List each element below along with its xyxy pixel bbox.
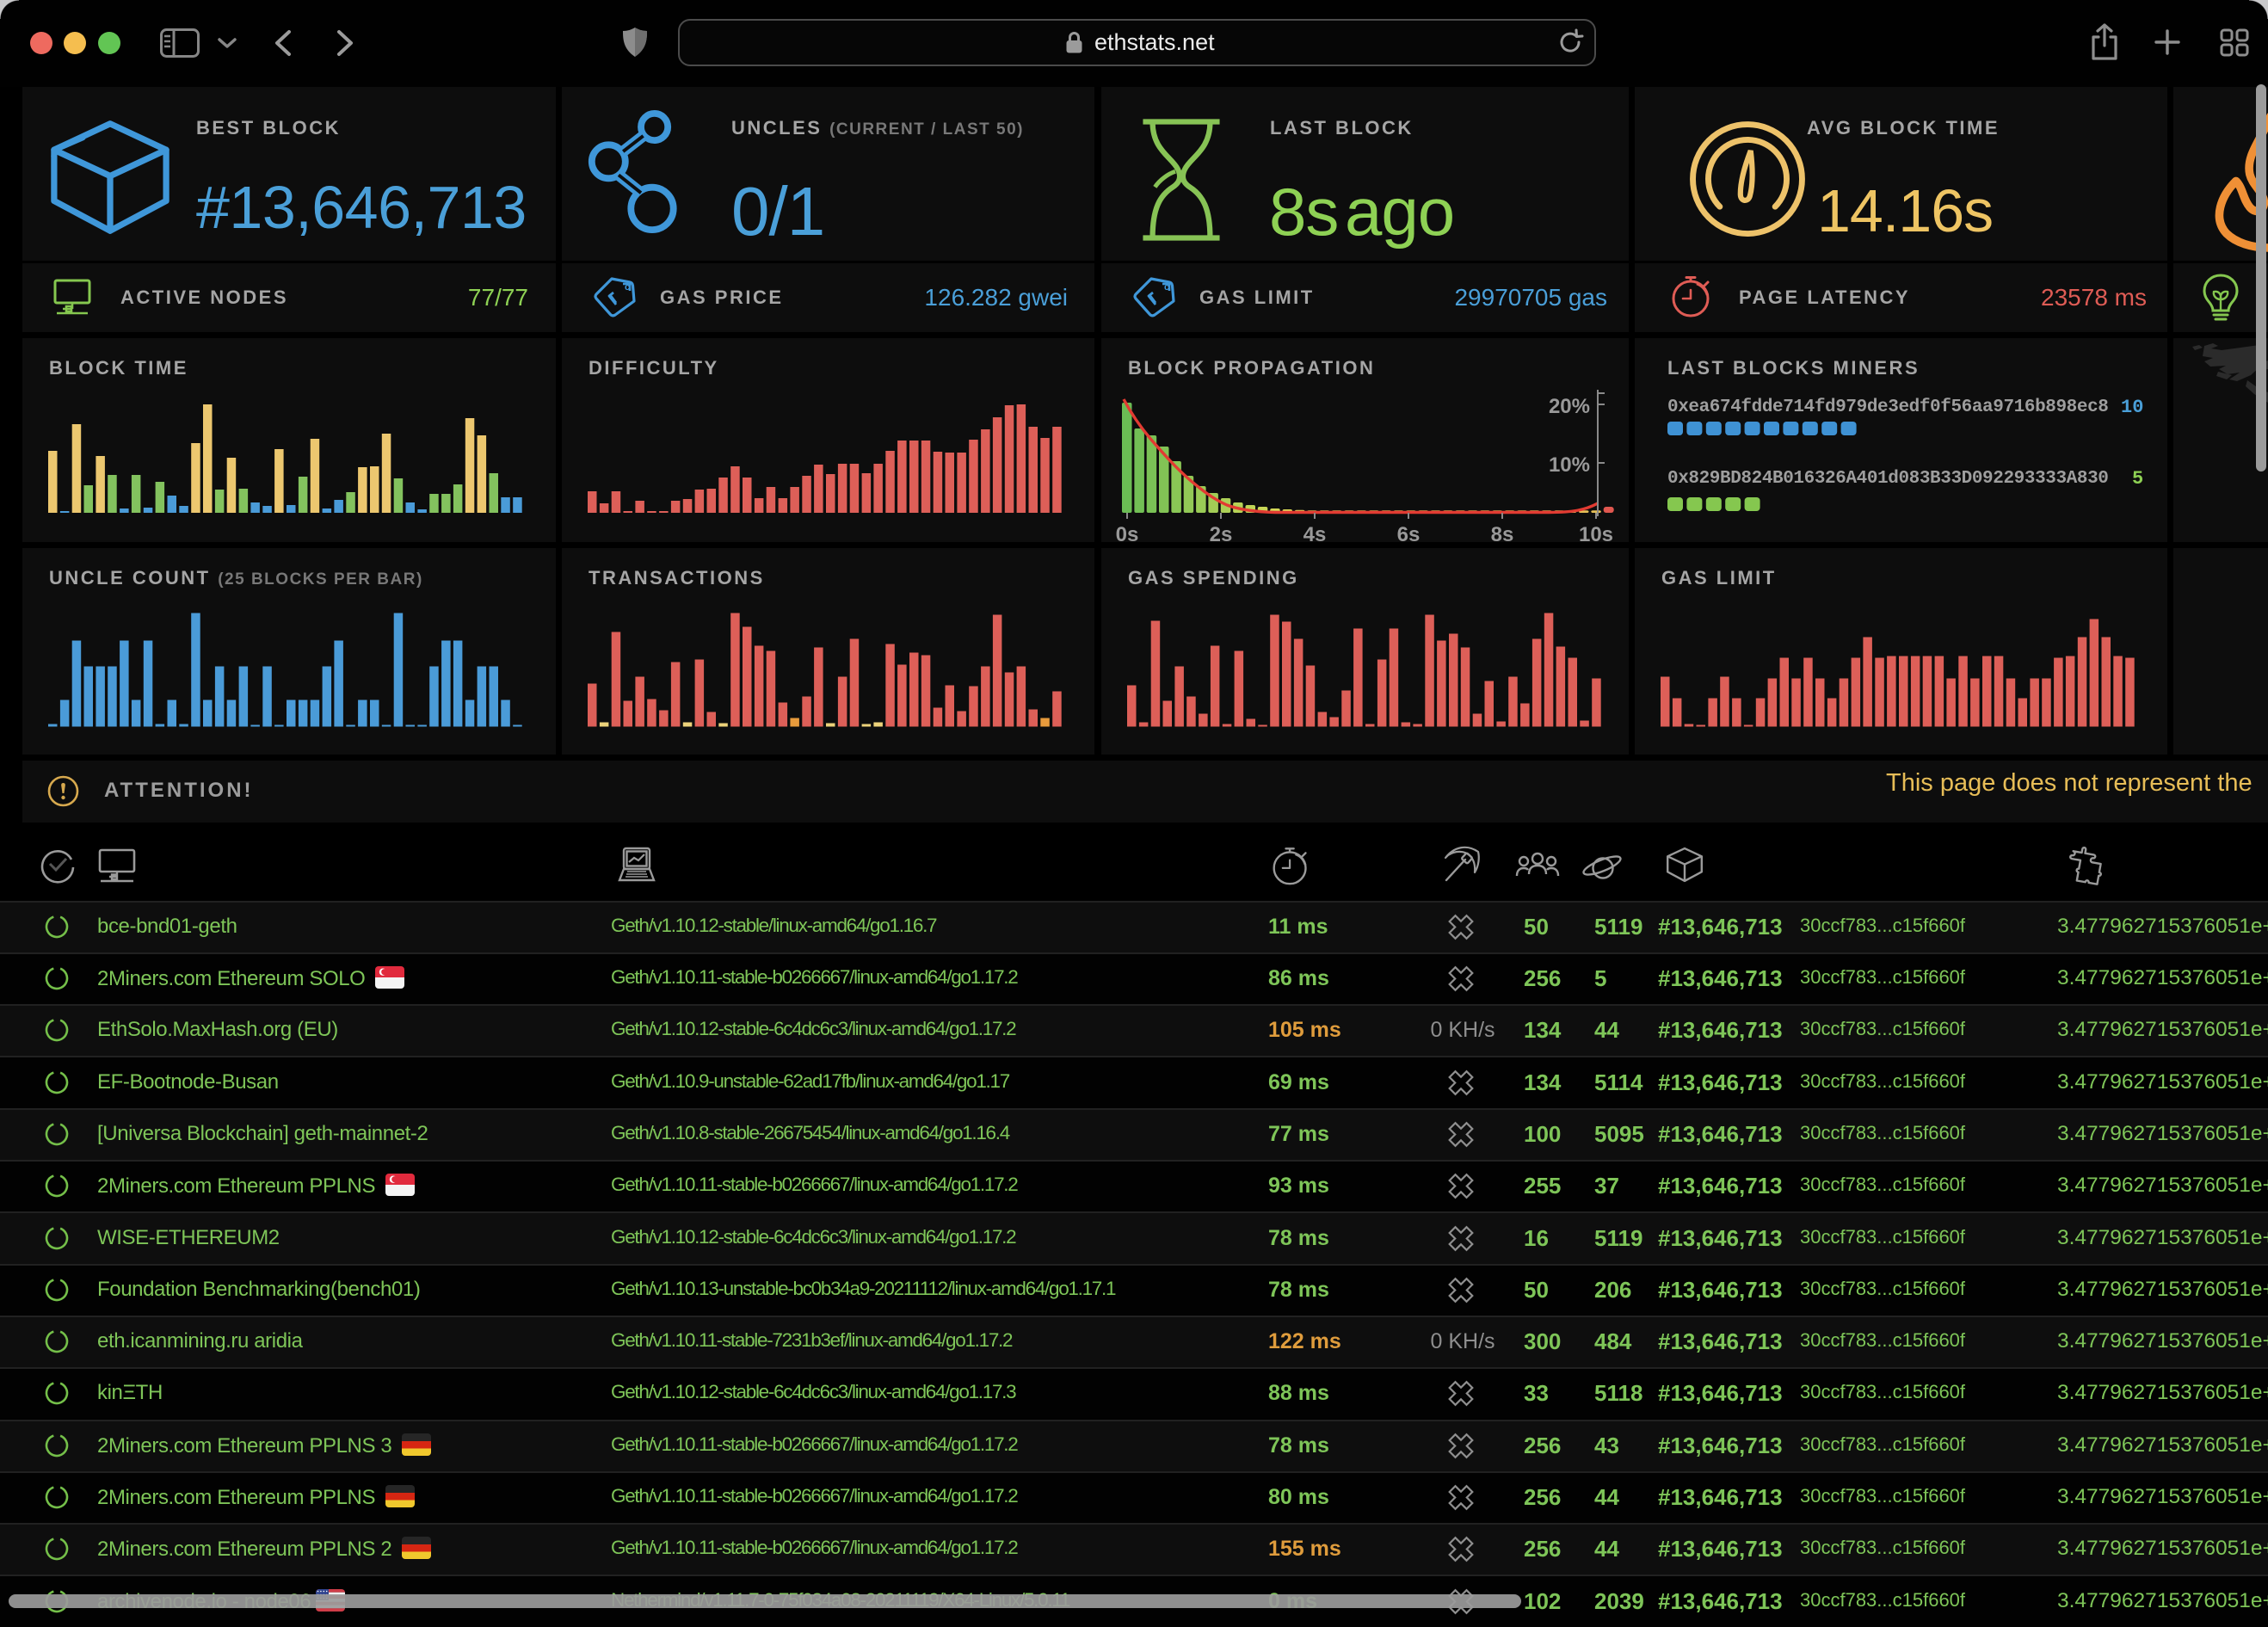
svg-text:c: c bbox=[625, 282, 630, 293]
svg-text:c: c bbox=[1164, 282, 1169, 293]
